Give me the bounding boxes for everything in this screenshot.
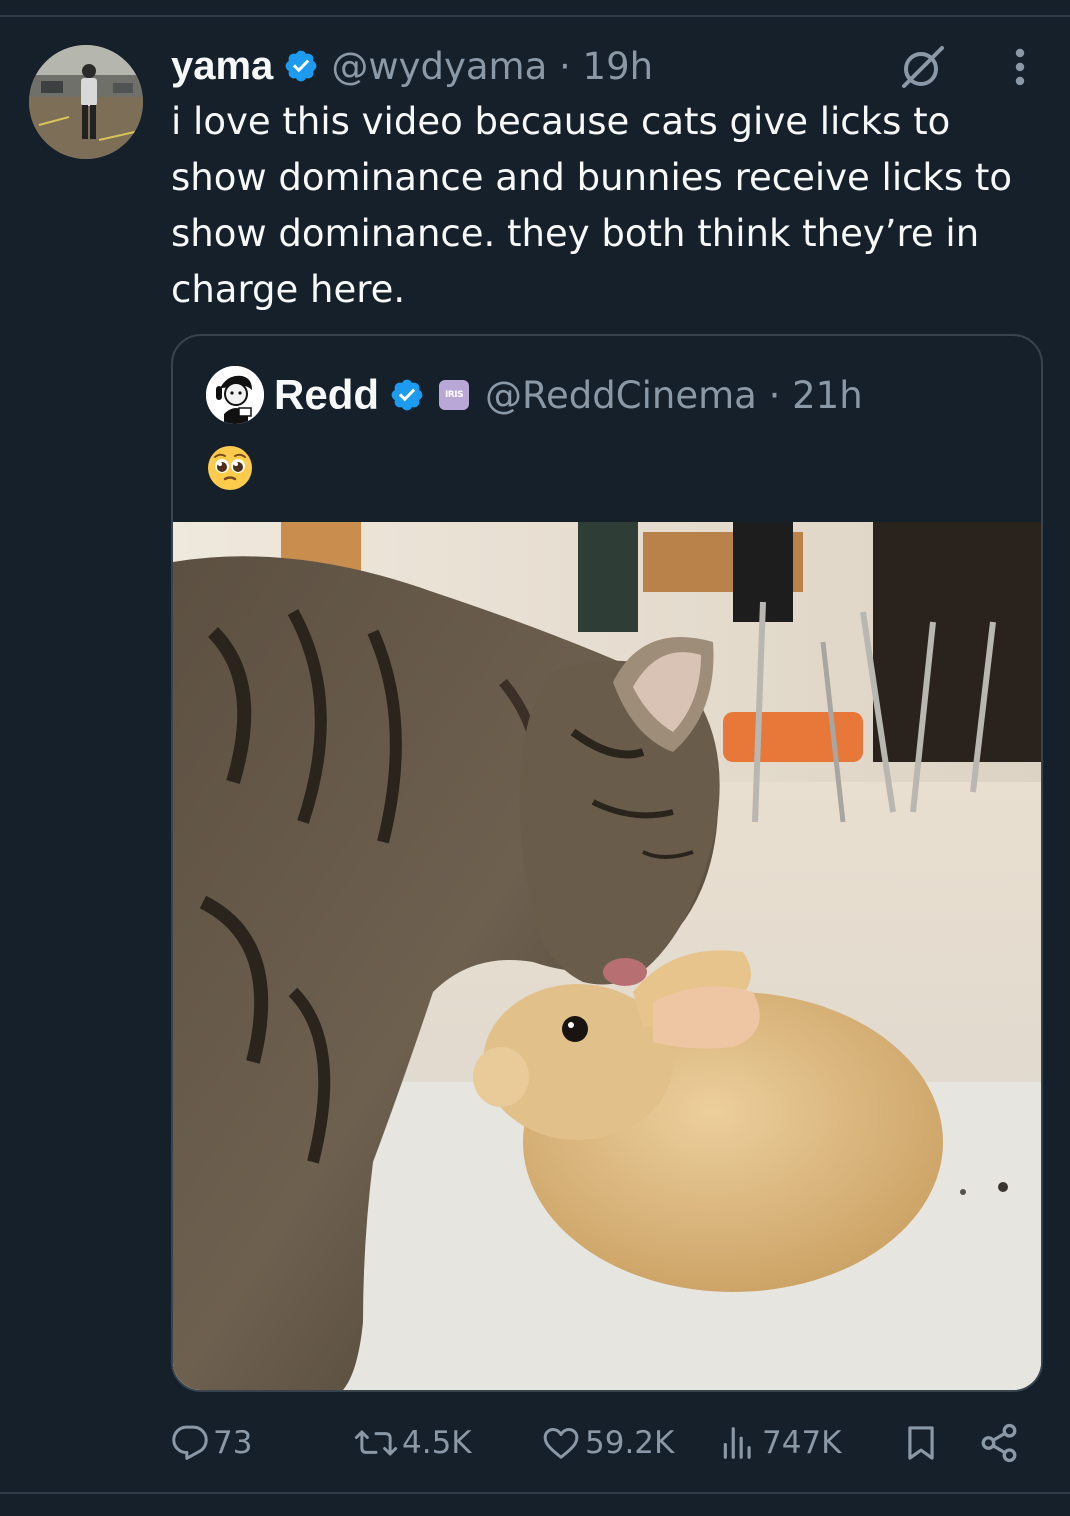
quoted-author-display-name[interactable]: Redd xyxy=(274,371,379,419)
quoted-author-handle-time[interactable]: @ReddCinema · 21h xyxy=(485,374,863,417)
repost-button[interactable]: 4.5K xyxy=(354,1416,472,1470)
share-nodes-icon xyxy=(981,1423,1017,1463)
top-divider xyxy=(0,15,1070,17)
bookmark-button[interactable] xyxy=(902,1416,940,1470)
bar-chart-icon xyxy=(723,1427,751,1459)
bottom-divider xyxy=(0,1492,1070,1494)
reply-count: 73 xyxy=(213,1425,253,1461)
tweet-text: i love this video because cats give lick… xyxy=(171,100,1013,311)
quoted-video[interactable] xyxy=(173,522,1041,1390)
quoted-author-avatar[interactable] xyxy=(206,366,264,424)
more-dots-icon[interactable] xyxy=(1000,44,1040,90)
author-handle-time[interactable]: @wydyama · 19h xyxy=(331,45,653,88)
quoted-verified-badge-icon[interactable] xyxy=(389,377,425,413)
views-button[interactable]: 747K xyxy=(718,1416,842,1470)
quoted-tweet-header: Redd IRIS @ReddCinema · 21h xyxy=(274,366,863,424)
affiliate-badge-icon[interactable]: IRIS xyxy=(439,380,469,410)
pleading-face-emoji-icon xyxy=(206,444,254,492)
author-display-name[interactable]: yama xyxy=(171,44,273,89)
reply-button[interactable]: 73 xyxy=(171,1416,252,1470)
view-count: 747K xyxy=(762,1425,842,1461)
quoted-tweet-card[interactable]: Redd IRIS @ReddCinema · 21h xyxy=(171,334,1043,1392)
reply-bubble-icon xyxy=(172,1425,208,1460)
bookmark-icon xyxy=(908,1426,934,1460)
like-button[interactable]: 59.2K xyxy=(541,1416,674,1470)
tweet-header: yama @wydyama · 19h xyxy=(171,38,653,94)
repost-count: 4.5K xyxy=(402,1425,472,1461)
like-count: 59.2K xyxy=(585,1425,675,1461)
share-button[interactable] xyxy=(978,1416,1020,1470)
repost-arrows-icon xyxy=(354,1430,398,1456)
heart-icon xyxy=(543,1428,579,1459)
verified-badge-icon[interactable] xyxy=(283,48,319,84)
author-avatar[interactable] xyxy=(29,45,143,159)
grok-icon[interactable] xyxy=(898,42,948,92)
